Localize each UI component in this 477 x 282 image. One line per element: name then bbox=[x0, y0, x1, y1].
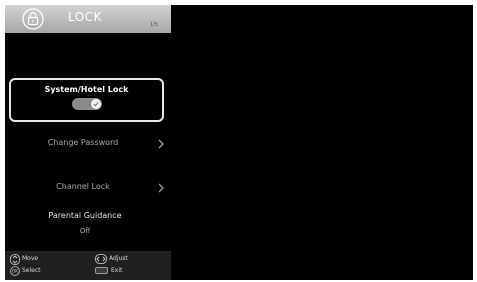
select-label: Select bbox=[22, 267, 41, 274]
move-label: Move bbox=[22, 255, 39, 262]
key-hint-bar: Move OK Select Adjust Exit bbox=[5, 251, 171, 280]
parental-guidance-item[interactable]: Parental Guidance Off bbox=[5, 211, 171, 247]
menu-header: LOCK 1/5 bbox=[5, 5, 171, 33]
channel-lock-item[interactable]: Channel Lock bbox=[5, 175, 171, 201]
chevron-right-icon bbox=[158, 183, 164, 193]
system-hotel-lock-label: System/Hotel Lock bbox=[44, 85, 129, 94]
page-indicator: 1/5 bbox=[150, 22, 159, 28]
lock-menu: LOCK 1/5 System/Hotel Lock Change Passwo… bbox=[5, 5, 171, 280]
change-password-item[interactable]: Change Password bbox=[5, 131, 171, 157]
change-password-label: Change Password bbox=[47, 138, 119, 147]
svg-text:OK: OK bbox=[12, 269, 18, 274]
exit-key-icon bbox=[95, 267, 108, 274]
menu-title: LOCK bbox=[68, 10, 102, 24]
left-right-arrows-icon bbox=[95, 254, 107, 264]
system-hotel-lock-item[interactable]: System/Hotel Lock bbox=[5, 78, 171, 122]
parental-guidance-value: Off bbox=[79, 227, 91, 235]
chevron-right-icon bbox=[158, 139, 164, 149]
adjust-label: Adjust bbox=[109, 255, 128, 262]
channel-lock-label: Channel Lock bbox=[56, 182, 110, 191]
lock-icon bbox=[22, 8, 44, 30]
parental-guidance-label: Parental Guidance bbox=[48, 211, 122, 220]
system-hotel-lock-toggle[interactable] bbox=[72, 98, 102, 110]
up-down-arrows-icon bbox=[10, 254, 20, 265]
tv-screen: LOCK 1/5 System/Hotel Lock Change Passwo… bbox=[0, 0, 477, 282]
check-icon bbox=[93, 101, 99, 107]
toggle-knob bbox=[91, 99, 101, 109]
osd-panel: LOCK 1/5 System/Hotel Lock Change Passwo… bbox=[5, 5, 473, 280]
exit-label: Exit bbox=[111, 267, 123, 274]
ok-button-icon: OK bbox=[10, 266, 20, 276]
